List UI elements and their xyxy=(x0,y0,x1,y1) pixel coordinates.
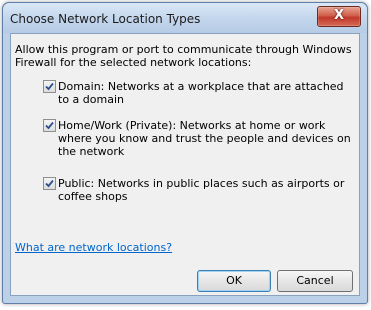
home-work-checkbox[interactable] xyxy=(43,119,56,132)
public-label: Public: Networks in public places such a… xyxy=(58,177,345,203)
ok-button[interactable]: OK xyxy=(197,270,271,292)
cancel-button[interactable]: Cancel xyxy=(277,270,353,292)
dialog-title: Choose Network Location Types xyxy=(10,12,201,26)
dialog-window: Choose Network Location Types X Allow th… xyxy=(2,2,368,304)
close-button[interactable]: X xyxy=(317,6,361,27)
option-home-work[interactable]: Home/Work (Private): Networks at home or… xyxy=(43,119,353,158)
network-locations-help-link[interactable]: What are network locations? xyxy=(15,241,172,254)
checkmark-icon xyxy=(45,121,54,130)
domain-checkbox[interactable] xyxy=(43,80,56,93)
domain-label: Domain: Networks at a workplace that are… xyxy=(58,80,344,106)
option-domain[interactable]: Domain: Networks at a workplace that are… xyxy=(43,80,353,106)
intro-text: Allow this program or port to communicat… xyxy=(15,43,352,69)
checkmark-icon xyxy=(45,82,54,91)
dialog-body: Allow this program or port to communicat… xyxy=(10,33,360,296)
close-icon: X xyxy=(333,8,345,23)
public-checkbox[interactable] xyxy=(43,177,56,190)
checkmark-icon xyxy=(45,179,54,188)
option-public[interactable]: Public: Networks in public places such a… xyxy=(43,177,353,203)
title-bar[interactable]: Choose Network Location Types X xyxy=(3,3,367,33)
home-work-label: Home/Work (Private): Networks at home or… xyxy=(58,119,351,158)
